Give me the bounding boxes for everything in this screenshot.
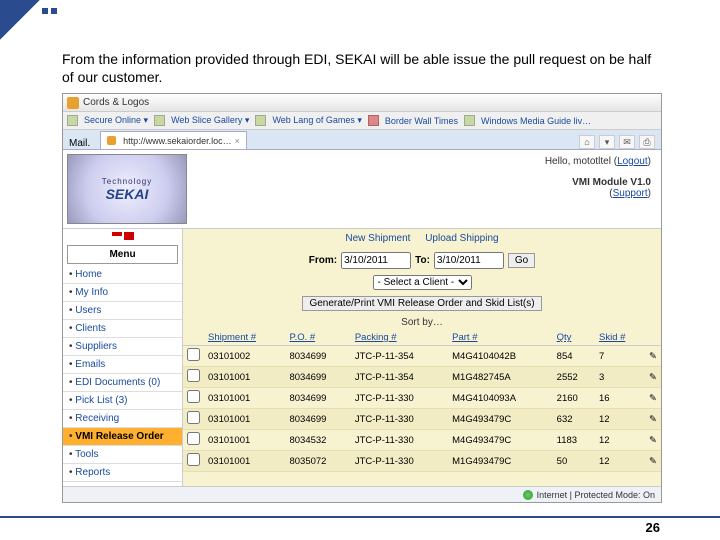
col-header-7 xyxy=(645,330,661,346)
page-number: 26 xyxy=(646,520,660,535)
col-header-5[interactable]: Qty xyxy=(553,330,595,346)
sidebar: Menu • Home• My Info• Users• Clients• Su… xyxy=(63,229,183,486)
tab-label: http://www.sekaiorder.loc… xyxy=(123,136,232,146)
browser-window: Cords & Logos Secure Online ▾ Web Slice … xyxy=(62,93,662,503)
sidebar-item-5[interactable]: • Emails xyxy=(63,356,182,374)
col-header-1[interactable]: Shipment # xyxy=(204,330,285,346)
menu-title: Menu xyxy=(67,245,178,264)
slide-divider xyxy=(0,516,720,518)
row-action-icon[interactable]: ✎ xyxy=(645,388,661,409)
slide-corner xyxy=(0,0,40,40)
row-action-icon[interactable]: ✎ xyxy=(645,451,661,472)
fav-games[interactable]: Web Lang of Games ▾ xyxy=(272,115,361,126)
to-label: To: xyxy=(415,255,430,266)
col-header-0 xyxy=(183,330,204,346)
col-header-6[interactable]: Skid # xyxy=(595,330,645,346)
language-flags[interactable] xyxy=(63,229,182,243)
row-checkbox[interactable] xyxy=(187,411,200,424)
fav-slice[interactable]: Web Slice Gallery ▾ xyxy=(171,115,249,126)
mail-label: Mail. xyxy=(63,138,96,149)
col-header-2[interactable]: P.O. # xyxy=(285,330,350,346)
upload-shipping-link[interactable]: Upload Shipping xyxy=(425,233,498,244)
row-checkbox[interactable] xyxy=(187,369,200,382)
fav-border[interactable]: Border Wall Times xyxy=(385,116,458,126)
close-icon[interactable]: × xyxy=(235,136,240,146)
sidebar-item-8[interactable]: • Receiving xyxy=(63,410,182,428)
window-title: Cords & Logos xyxy=(83,97,149,108)
go-button[interactable]: Go xyxy=(508,253,535,268)
slide-caption: From the information provided through ED… xyxy=(62,50,652,86)
mail-icon[interactable]: ✉ xyxy=(619,135,635,149)
row-action-icon[interactable]: ✎ xyxy=(645,346,661,367)
header-info: Hello, mototltel (Logout) VMI Module V1.… xyxy=(191,150,661,228)
row-checkbox[interactable] xyxy=(187,453,200,466)
col-header-4[interactable]: Part # xyxy=(448,330,553,346)
table-row: 031010018034532JTC-P-11-330M4G493479C118… xyxy=(183,430,661,451)
fav-secure[interactable]: Secure Online ▾ xyxy=(84,115,148,126)
table-row: 031010018034699JTC-P-11-330M4G493479C632… xyxy=(183,409,661,430)
slice-icon xyxy=(154,115,165,126)
sidebar-item-0[interactable]: • Home xyxy=(63,266,182,284)
sidebar-item-6[interactable]: • EDI Documents (0) xyxy=(63,374,182,392)
row-action-icon[interactable]: ✎ xyxy=(645,430,661,451)
tab-favicon-icon xyxy=(107,136,116,145)
games-icon xyxy=(255,115,266,126)
row-checkbox[interactable] xyxy=(187,432,200,445)
support-link[interactable]: Support xyxy=(613,188,648,199)
feed-icon[interactable]: ▾ xyxy=(599,135,615,149)
globe-icon xyxy=(523,490,533,500)
sidebar-item-2[interactable]: • Users xyxy=(63,302,182,320)
fav-media[interactable]: Windows Media Guide liv… xyxy=(481,116,591,126)
col-header-3[interactable]: Packing # xyxy=(351,330,448,346)
new-shipment-link[interactable]: New Shipment xyxy=(345,233,410,244)
generate-button[interactable]: Generate/Print VMI Release Order and Ski… xyxy=(302,296,541,311)
print-icon[interactable]: ⎙ xyxy=(639,135,655,149)
release-grid: Shipment #P.O. #Packing #Part #QtySkid #… xyxy=(183,330,661,472)
from-date-input[interactable] xyxy=(341,252,411,269)
client-select[interactable]: - Select a Client - xyxy=(373,275,472,290)
greeting: Hello, mototltel xyxy=(545,156,611,167)
sidebar-item-1[interactable]: • My Info xyxy=(63,284,182,302)
home-icon[interactable]: ⌂ xyxy=(579,135,595,149)
logout-link[interactable]: Logout xyxy=(617,156,648,167)
sidebar-item-11[interactable]: • Reports xyxy=(63,464,182,482)
to-date-input[interactable] xyxy=(434,252,504,269)
row-action-icon[interactable]: ✎ xyxy=(645,367,661,388)
sidebar-item-4[interactable]: • Suppliers xyxy=(63,338,182,356)
sort-label: Sort by… xyxy=(183,315,661,330)
row-checkbox[interactable] xyxy=(187,390,200,403)
row-checkbox[interactable] xyxy=(187,348,200,361)
status-text: Internet | Protected Mode: On xyxy=(537,490,655,500)
table-row: 031010028034699JTC-P-11-354M4G4104042B85… xyxy=(183,346,661,367)
sidebar-item-7[interactable]: • Pick List (3) xyxy=(63,392,182,410)
status-bar: Internet | Protected Mode: On xyxy=(63,486,661,502)
sekai-logo: Technology SEKAI xyxy=(67,154,187,224)
media-icon xyxy=(464,115,475,126)
main-panel: New Shipment Upload Shipping From: To: G… xyxy=(183,229,661,486)
news-icon xyxy=(368,115,379,126)
tab-sekai[interactable]: http://www.sekaiorder.loc… × xyxy=(100,131,247,149)
sidebar-item-9[interactable]: • VMI Release Order xyxy=(63,428,182,446)
row-action-icon[interactable]: ✎ xyxy=(645,409,661,430)
secure-icon xyxy=(67,115,78,126)
table-row: 031010018035072JTC-P-11-330M1G493479C501… xyxy=(183,451,661,472)
module-label: VMI Module V1.0 xyxy=(572,177,651,188)
sidebar-item-3[interactable]: • Clients xyxy=(63,320,182,338)
favicon-icon xyxy=(67,97,79,109)
favorites-bar: Secure Online ▾ Web Slice Gallery ▾ Web … xyxy=(63,112,661,130)
sidebar-item-10[interactable]: • Tools xyxy=(63,446,182,464)
table-row: 031010018034699JTC-P-11-354M1G482745A255… xyxy=(183,367,661,388)
from-label: From: xyxy=(309,255,337,266)
titlebar: Cords & Logos xyxy=(63,94,661,112)
slide-dots xyxy=(42,8,57,14)
table-row: 031010018034699JTC-P-11-330M4G4104093A21… xyxy=(183,388,661,409)
tab-bar: Mail. http://www.sekaiorder.loc… × ⌂ ▾ ✉… xyxy=(63,130,661,150)
